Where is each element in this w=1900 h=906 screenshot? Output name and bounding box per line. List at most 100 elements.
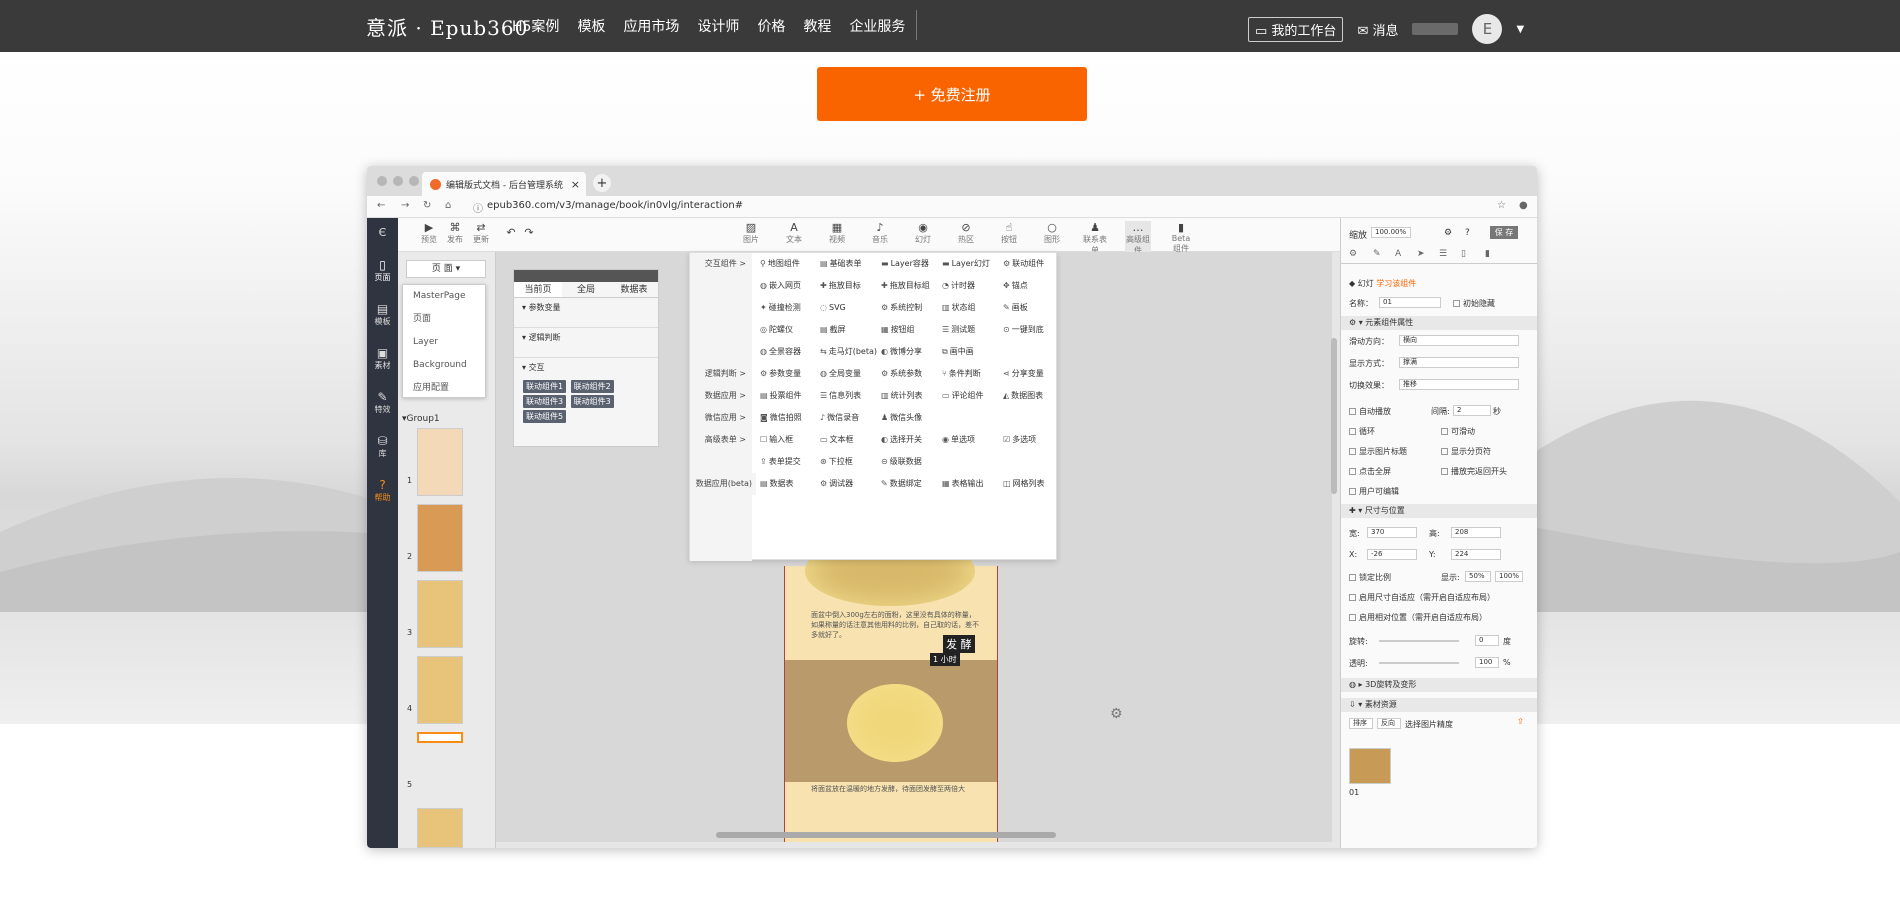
menu-item-label: 系统参数 [890, 369, 923, 378]
help-icon: ? [1465, 228, 1470, 238]
width-input: 370 [1367, 527, 1417, 538]
menu-item-timer: ◔ 计时器 [942, 275, 1002, 297]
menu-item-dropdown: ⊛ 下拉框 [820, 451, 880, 473]
nav-link-tutorials[interactable]: 教程 [803, 16, 831, 36]
nav-link-designers[interactable]: 设计师 [697, 16, 739, 36]
arrow-down-circle-icon: ⊙ [1003, 325, 1010, 334]
page-menu-item-masterpage: MasterPage [413, 291, 466, 301]
app-logo-icon: Є [378, 226, 387, 239]
menu-item-label: 数据绑定 [889, 479, 922, 488]
page-thumbnail [417, 504, 463, 572]
workspace-button[interactable]: ▭ 我的工作台 [1248, 16, 1344, 42]
menu-item-label: 统计列表 [890, 391, 923, 400]
menu-item-label: 微博分享 [889, 347, 922, 356]
nav-link-app-market[interactable]: 应用市场 [623, 16, 679, 36]
panel-tabs: 当前页 全局 数据表 [514, 282, 658, 298]
wand-icon: ✎ [377, 390, 388, 404]
brush-icon: ✎ [1003, 303, 1010, 312]
menu-item-info-list: ☰ 信息列表 [820, 385, 880, 407]
form-icon: ▤ [820, 259, 828, 268]
columns-icon: ◫ [1003, 479, 1011, 488]
upload-icon: ⇪ [760, 457, 767, 466]
rotate-label: 旋转: [1349, 637, 1368, 646]
page-thumbnail [417, 808, 463, 848]
menu-item-label: 画板 [1011, 303, 1028, 312]
pages-panel: 页 面 ▾ MasterPage 页面 Layer Background 应用配… [398, 252, 496, 848]
menu-item-comment: ▭ 评论组件 [942, 385, 1002, 407]
gyroscope-icon: ◎ [760, 325, 767, 334]
rail-label-assets: 素材 [374, 361, 391, 370]
tool-shape-label: 图形 [1044, 235, 1060, 244]
globe-icon: ◍ [760, 281, 767, 290]
menu-item-label: 系统控制 [890, 303, 923, 312]
trash-icon: ▮ [1485, 249, 1490, 259]
page-thumbnail [417, 580, 463, 648]
rail-label-pages: 页面 [374, 273, 391, 282]
menu-item-cascade-data: ⊝ 级联数据 [881, 451, 941, 473]
globe-icon: ◍ [820, 369, 827, 378]
crosshair-icon: ✚ [881, 281, 888, 290]
props-section-title: 元素组件属性 [1365, 318, 1414, 327]
menu-item-label: 下拉框 [828, 457, 853, 466]
list-icon: ☰ [1439, 249, 1448, 259]
interval-label: 间隔: [1431, 407, 1450, 416]
menu-row: 微信应用 > ◙ 微信拍照 ♪ 微信录音 ♟ 微信头像 [690, 407, 1058, 429]
menu-item-svg: ◌ SVG [820, 297, 880, 319]
info-icon: ⓘ [473, 204, 483, 215]
rail-templates: ▤ 模板 [367, 302, 398, 327]
toolbar-publish-label: 发布 [447, 235, 463, 244]
checkbox [1349, 488, 1356, 495]
maximize-dot [409, 176, 419, 186]
editor-screenshot-window: 编辑版式文档 - 后台管理系统 × + ← → ↻ ⌂ ⓘ epub360.com… [367, 166, 1537, 848]
menu-item-table-output: ▦ 表格输出 [942, 473, 1002, 495]
menu-item-label: 联动组件 [1012, 259, 1045, 268]
rail-label-library: 库 [378, 449, 387, 458]
menu-category: 数据应用 > [690, 385, 752, 407]
user-editable-option: 用户可编辑 [1349, 486, 1399, 497]
rail-label-effects: 特效 [374, 405, 391, 414]
menu-row: 高级表单 > ☐ 输入框 ▭ 文本框 ◐ 选择开关 ◉ 单选项 ☑ 多选项 [690, 429, 1058, 451]
checkbox [1349, 448, 1356, 455]
height-input: 208 [1451, 527, 1501, 538]
tool-image: ▨ 图片 [738, 221, 764, 245]
chevron-down-icon[interactable]: ▼ [1516, 24, 1524, 35]
epub360-logo[interactable]: 意派 · Epub360 [366, 12, 528, 41]
linkage-chip: 联动组件5 [523, 410, 567, 423]
menu-item-debugger: ⚙ 调试器 [820, 473, 880, 495]
minimize-dot [393, 176, 403, 186]
editor-app: Є ▯ 页面 ▤ 模板 ▣ 素材 ✎ 特效 ⛁ 库 ? 帮助 ▶ 预览 ⌘ 发布 ⇄ 更新 ↶ ↷… [367, 218, 1537, 848]
nav-link-h5-cases[interactable]: H5案例 [512, 16, 559, 36]
menu-item-label: Layer幻灯 [951, 259, 990, 268]
menu-item-vote: ▤ 投票组件 [760, 385, 820, 407]
opacity-unit: % [1503, 658, 1511, 667]
menu-category [690, 341, 752, 363]
section-interaction-label: 交互 [528, 363, 545, 372]
nav-link-pricing[interactable]: 价格 [757, 16, 785, 36]
messages-link[interactable]: ✉ 消息 [1357, 20, 1398, 39]
page-number: 2 [407, 552, 413, 561]
avatar[interactable]: E [1472, 14, 1503, 44]
group-header: ▾Group1 [402, 414, 440, 424]
menu-item-label: 全景容器 [768, 347, 801, 356]
linkage-chip: 联动组件1 [523, 380, 567, 393]
vote-icon: ▤ [760, 391, 768, 400]
clock-icon: ◔ [942, 281, 949, 290]
menu-item-screenshot: ▤ 截屏 [820, 319, 880, 341]
nav-link-templates[interactable]: 模板 [577, 16, 605, 36]
input-icon: ☐ [760, 435, 768, 444]
branch-icon: ⑂ [942, 369, 947, 378]
menu-item-label: 参数变量 [769, 369, 802, 378]
menu-item-checkbox: ☑ 多选项 [1003, 429, 1063, 451]
free-register-button[interactable]: + 免费注册 [817, 67, 1087, 121]
gear-icon: ⚙ [1444, 228, 1453, 238]
nav-link-enterprise[interactable]: 企业服务 [849, 16, 905, 36]
help-icon: ? [379, 478, 386, 492]
checkbox [1453, 300, 1460, 307]
panorama-icon: ◍ [760, 347, 767, 356]
upload-icon: ⇪ [1517, 717, 1524, 726]
menu-item-form-submit: ⇪ 表单提交 [760, 451, 820, 473]
back-first-label: 播放完返回开头 [1451, 467, 1507, 476]
menu-item-toggle: ◐ 选择开关 [881, 429, 941, 451]
messages-label: 消息 [1372, 23, 1399, 39]
menu-row: ◍ 全景容器 ⇆ 走马灯(beta) ◐ 微博分享 ⧉ 画中画 [690, 341, 1058, 363]
